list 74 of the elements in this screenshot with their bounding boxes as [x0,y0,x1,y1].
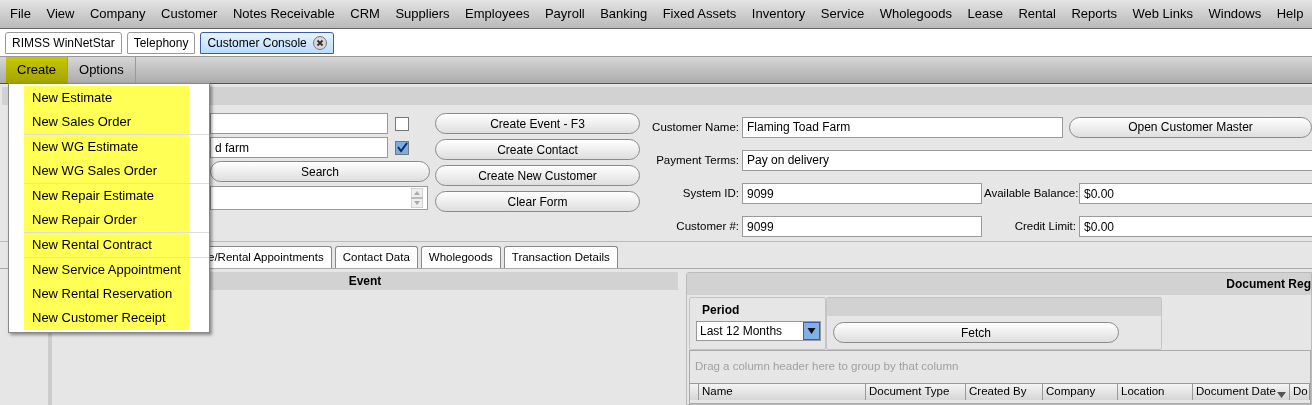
credit-limit-field[interactable]: $0.00 [1079,216,1312,238]
search-button[interactable]: Search [210,161,430,182]
menu-item[interactable]: New Sales Order [24,110,189,134]
menu-item[interactable]: Fixed Assets [662,4,737,24]
menu-item[interactable]: Rental [1018,4,1056,24]
column-header[interactable]: Do [1290,384,1310,400]
sort-descending-icon [1277,392,1286,398]
menu-item[interactable]: Customer [161,4,218,24]
column-header[interactable]: Location [1118,384,1193,400]
group-title: Period [701,302,741,319]
action-button[interactable]: Clear Form [435,191,640,212]
menu-item[interactable]: Reports [1071,4,1117,24]
document-tab[interactable]: RIMSS WinNetStar [5,32,122,54]
customer-number-field[interactable]: 9099 [742,216,982,238]
menu-item[interactable]: File [10,4,31,24]
menu-item[interactable]: Payroll [544,4,585,24]
detail-tab[interactable]: Contact Data [334,246,418,268]
menu-item[interactable]: New Repair Estimate [24,184,189,208]
menu-item[interactable]: Web Links [1132,4,1193,24]
column-header[interactable]: Document Type [866,384,966,400]
detail-tab[interactable]: Wholegoods [420,246,501,268]
available-balance-field[interactable]: $0.00 [1079,183,1312,205]
column-header[interactable]: Name [699,384,866,400]
field-label: Customer Name: [651,119,739,135]
panel-header: Document Reg [687,273,1311,295]
period-dropdown[interactable]: Last 12 Months [696,321,821,341]
document-tab[interactable]: Customer Console [200,32,334,54]
menu-item[interactable]: CRM [350,4,380,24]
menu-item[interactable]: New Service Appointment [24,258,189,282]
menu-item[interactable]: Wholegoods [879,4,952,24]
column-header[interactable]: Document Date [1193,384,1290,400]
field-label: System ID: [681,186,739,201]
toolbar-menu[interactable]: Create [6,57,69,83]
checkbox[interactable] [395,116,409,131]
menu-item[interactable]: New WG Estimate [24,135,189,159]
customer-name-field[interactable]: Flaming Toad Farm [742,116,1063,138]
field-label: Customer #: [675,219,739,235]
menu-item[interactable]: Suppliers [395,4,450,24]
detail-tab[interactable]: Transaction Details [503,246,618,268]
action-button[interactable]: Create Event - F3 [435,113,640,134]
open-customer-master-button[interactable]: Open Customer Master [1069,116,1312,138]
menu-item[interactable]: New Customer Receipt [24,306,189,330]
number-spinner[interactable] [210,186,428,210]
menu-item[interactable]: Windows [1208,4,1262,24]
search-field[interactable]: d farm [210,137,388,158]
menu-item[interactable]: New Rental Reservation [24,282,189,306]
search-field[interactable] [210,113,388,134]
payment-terms-field[interactable]: Pay on delivery [742,149,1312,171]
action-button[interactable]: Create New Customer [435,165,640,186]
menu-item[interactable]: Service [820,4,865,24]
field-label: Credit Limit: [1013,219,1076,235]
column-header[interactable]: Company [1043,384,1118,400]
menu-item[interactable]: New Rental Contract [24,233,189,257]
menu-item[interactable]: Notes Receivable [232,4,335,24]
close-icon[interactable] [312,36,327,50]
menu-item[interactable]: Company [89,4,146,24]
field-label: Payment Terms: [655,152,739,168]
field-label: Available Balance: [984,186,1076,201]
menu-item[interactable]: Employees [465,4,530,24]
menu-item[interactable]: Banking [600,4,648,24]
menu-item[interactable]: Inventory [751,4,806,24]
menu-item[interactable]: Help [1276,4,1304,24]
fetch-button[interactable]: Fetch [833,322,1119,343]
action-button[interactable]: Create Contact [435,139,640,160]
menu-item[interactable]: New Estimate [24,86,189,110]
checkbox[interactable] [395,140,409,155]
group-by-hint: Drag a column header here to group by that column [695,359,959,375]
document-tab[interactable]: Telephony [126,32,196,54]
system-id-field[interactable]: 9099 [742,183,982,205]
column-header[interactable]: Created By [966,384,1043,400]
menu-item[interactable]: New WG Sales Order [24,159,189,183]
menu-item[interactable]: Lease [967,4,1003,24]
menu-item[interactable]: View [46,4,75,24]
menu-item[interactable]: New Repair Order [24,208,189,232]
